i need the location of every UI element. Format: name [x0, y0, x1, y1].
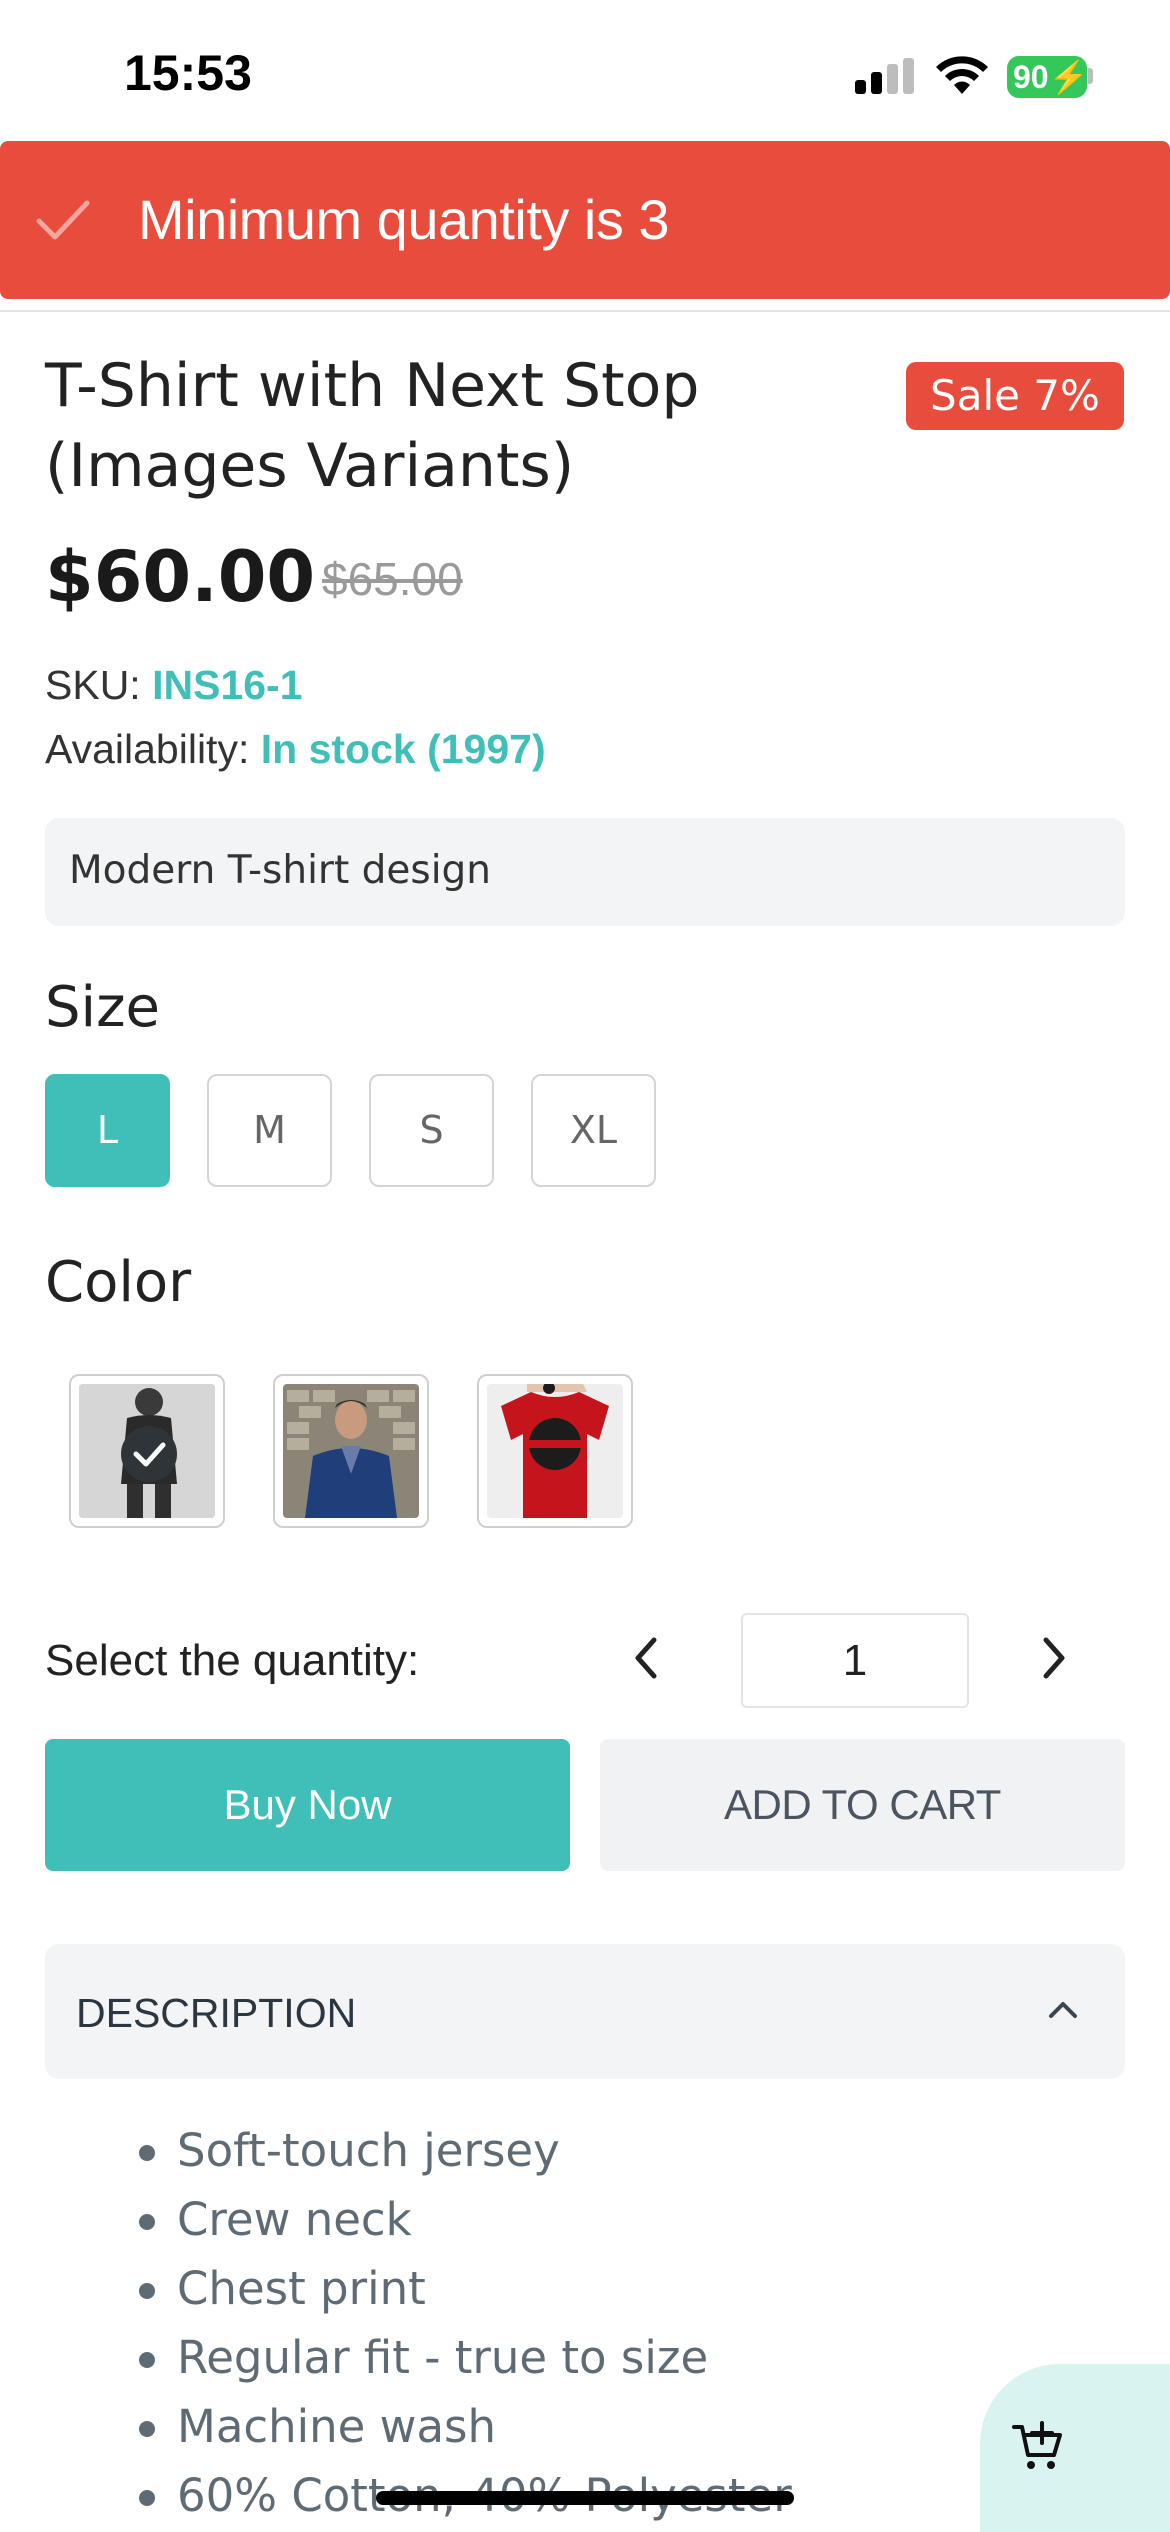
toast-message: Minimum quantity is 3 [138, 188, 670, 251]
add-to-cart-icon [1012, 2421, 1062, 2469]
short-description: Modern T-shirt design [45, 818, 1125, 926]
battery-icon: 90⚡ [1007, 56, 1088, 98]
decrease-quantity-chevron-left-icon[interactable] [622, 1628, 670, 1688]
quantity-input[interactable]: 1 [741, 1613, 969, 1708]
description-item: Machine wash [135, 2392, 792, 2461]
sale-badge: Sale 7% [906, 362, 1124, 430]
size-option-s[interactable]: S [369, 1074, 494, 1187]
check-icon [36, 200, 90, 240]
size-option-xl[interactable]: XL [531, 1074, 656, 1187]
selected-check-icon [121, 1426, 177, 1482]
divider [0, 310, 1170, 312]
product-price: $60.00 [45, 536, 316, 618]
description-item: Chest print [135, 2254, 792, 2323]
buy-now-button[interactable]: Buy Now [45, 1739, 570, 1871]
stock-count: (1997) [427, 726, 546, 772]
increase-quantity-chevron-right-icon[interactable] [1030, 1628, 1078, 1688]
color-swatch-red[interactable] [477, 1374, 633, 1528]
sku-value: INS16-1 [152, 662, 303, 708]
availability-row: Availability: In stock (1997) [45, 726, 546, 773]
status-time: 15:53 [124, 45, 252, 101]
color-swatch-grey[interactable] [69, 1374, 225, 1528]
variant-image [283, 1384, 419, 1518]
quantity-label: Select the quantity: [45, 1636, 420, 1685]
battery-level: 90 [1013, 59, 1049, 95]
description-item: Crew neck [135, 2185, 792, 2254]
short-description-text: Modern T-shirt design [69, 848, 492, 893]
description-accordion-header[interactable]: DESCRIPTION [45, 1944, 1125, 2079]
color-label: Color [45, 1250, 192, 1315]
description-item: Regular fit - true to size [135, 2323, 792, 2392]
battery-cap [1088, 68, 1093, 84]
product-title: T-Shirt with Next Stop (Images Variants) [45, 351, 700, 501]
sku-label: SKU: [45, 662, 141, 708]
product-old-price: $65.00 [322, 553, 463, 605]
availability-value: In stock [260, 726, 416, 772]
size-label: Size [45, 975, 160, 1040]
status-bar: 15:53 90⚡ [0, 0, 1170, 140]
variant-image [79, 1384, 215, 1518]
color-swatch-blue[interactable] [273, 1374, 429, 1528]
toast-notification[interactable]: Minimum quantity is 3 [0, 141, 1170, 299]
add-to-cart-button[interactable]: ADD TO CART [600, 1739, 1125, 1871]
description-title: DESCRIPTION [76, 1990, 357, 2036]
description-item: Soft-touch jersey [135, 2116, 792, 2185]
availability-label: Availability: [45, 726, 250, 772]
cellular-signal-icon [855, 58, 915, 94]
size-option-l[interactable]: L [45, 1074, 170, 1187]
size-option-m[interactable]: M [207, 1074, 332, 1187]
wifi-icon [936, 56, 988, 94]
floating-cart-button[interactable] [980, 2364, 1170, 2532]
sku-row: SKU: INS16-1 [45, 662, 303, 709]
chevron-up-icon [1049, 2002, 1077, 2018]
description-list: Soft-touch jersey Crew neck Chest print … [135, 2116, 792, 2530]
home-indicator[interactable] [376, 2491, 794, 2505]
variant-image [487, 1384, 623, 1518]
